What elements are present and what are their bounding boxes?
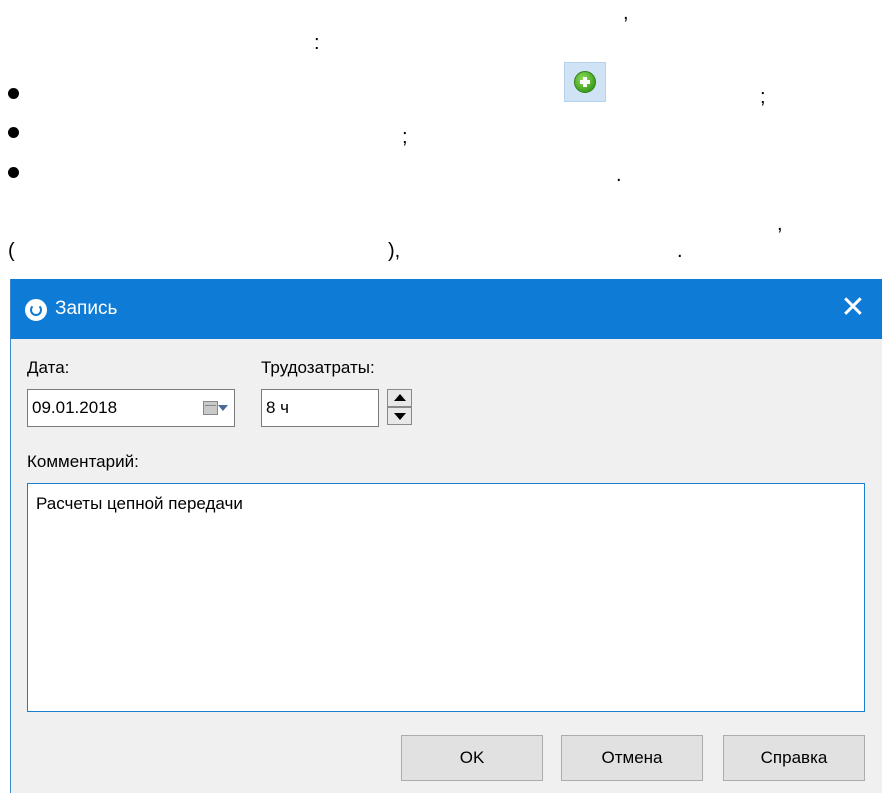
ok-button-label: OK xyxy=(459,748,485,767)
bullet-2 xyxy=(8,127,19,138)
comment-label: Комментарий: xyxy=(27,452,139,471)
chevron-down-icon[interactable] xyxy=(218,405,228,411)
effort-increment-button[interactable] xyxy=(387,389,412,407)
dialog-titlebar[interactable]: Запись ✕ xyxy=(11,279,882,339)
doc-item1-end: ; xyxy=(760,86,766,108)
cancel-button-label: Отмена xyxy=(601,748,663,767)
doc-comma-2: , xyxy=(777,213,783,235)
doc-colon: : xyxy=(314,32,320,54)
comment-textarea[interactable]: Расчеты цепной передачи xyxy=(27,483,865,712)
plus-circle-icon xyxy=(574,71,596,93)
cancel-button[interactable]: Отмена xyxy=(561,735,703,781)
doc-period: . xyxy=(677,240,683,262)
dialog-title: Запись xyxy=(55,298,118,319)
calendar-icon[interactable] xyxy=(203,401,218,415)
effort-decrement-button[interactable] xyxy=(387,407,412,425)
date-field[interactable]: 09.01.2018 xyxy=(27,389,235,427)
close-button[interactable]: ✕ xyxy=(824,279,882,339)
doc-item2-end: ; xyxy=(402,126,408,148)
close-icon: ✕ xyxy=(840,291,866,324)
bullet-3 xyxy=(8,167,19,178)
date-label: Дата: xyxy=(27,358,70,377)
doc-item3-end: . xyxy=(616,164,622,186)
effort-value: 8 ч xyxy=(266,398,290,417)
comment-value: Расчеты цепной передачи xyxy=(36,494,243,513)
add-button-icon-illustration xyxy=(564,62,606,102)
ok-button[interactable]: OK xyxy=(401,735,543,781)
doc-paren-close: ), xyxy=(388,240,401,262)
doc-comma-1: , xyxy=(623,2,629,24)
help-button-label: Справка xyxy=(760,748,828,767)
bullet-1 xyxy=(8,88,19,99)
effort-field[interactable]: 8 ч xyxy=(261,389,379,427)
effort-label: Трудозатраты: xyxy=(261,358,375,377)
app-logo-icon xyxy=(25,299,47,321)
date-value: 09.01.2018 xyxy=(32,398,118,417)
doc-paren-open: ( xyxy=(8,240,15,262)
arrow-up-icon xyxy=(394,394,406,401)
help-button[interactable]: Справка xyxy=(723,735,865,781)
arrow-down-icon xyxy=(394,413,406,420)
